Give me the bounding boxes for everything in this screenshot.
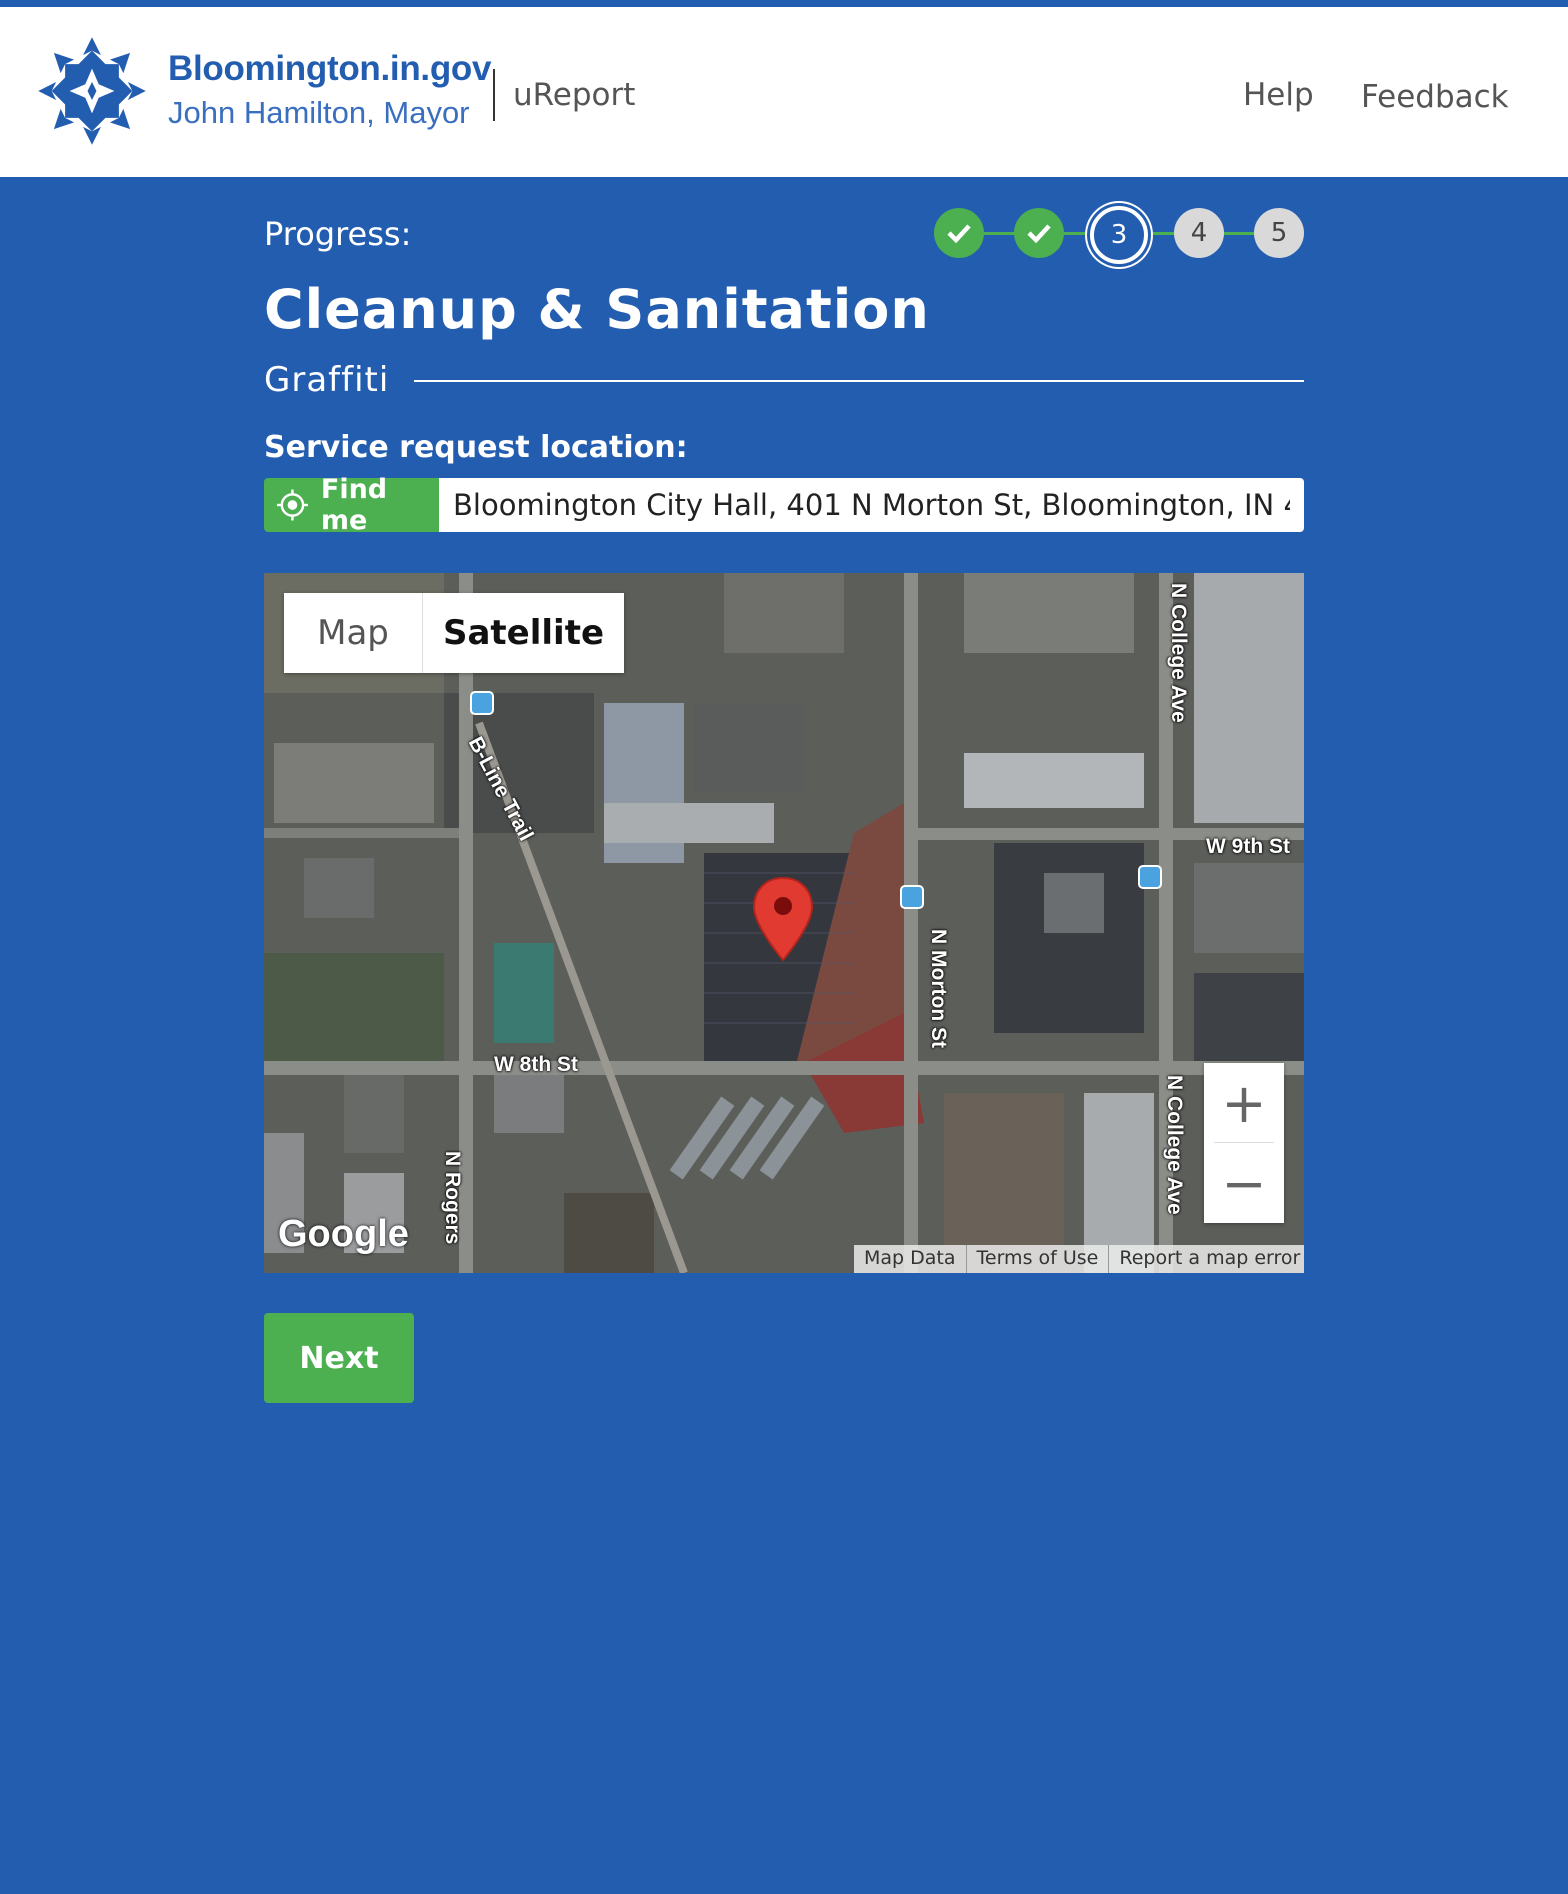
location-map[interactable]: N College Ave W 9th St B-Line Trail N Mo… [264, 573, 1304, 1273]
nav-feedback-link[interactable]: Feedback [1361, 79, 1509, 115]
street-label: N Rogers [441, 1151, 464, 1245]
street-label: N College Ave [1163, 1075, 1186, 1215]
category-title: Cleanup & Sanitation [264, 278, 930, 341]
step-4: 4 [1174, 208, 1224, 258]
site-header: Bloomington.in.gov John Hamilton, Mayor … [0, 7, 1568, 177]
city-logo-icon[interactable] [36, 35, 148, 147]
subcategory-rule [414, 380, 1304, 382]
step-3-current: 3 [1090, 206, 1148, 264]
address-input[interactable] [439, 478, 1304, 532]
app-name[interactable]: uReport [513, 77, 635, 113]
terms-of-use-link[interactable]: Terms of Use [965, 1245, 1109, 1273]
street-label: N Morton St [927, 929, 950, 1048]
zoom-control: + − [1204, 1063, 1284, 1223]
next-button[interactable]: Next [264, 1313, 414, 1403]
report-map-error-link[interactable]: Report a map error [1108, 1245, 1304, 1273]
zoom-out-button[interactable]: − [1204, 1143, 1284, 1223]
header-divider [493, 69, 495, 121]
checkmark-icon [1027, 224, 1051, 244]
find-me-label: Find me [320, 474, 388, 536]
location-pin-icon[interactable] [752, 876, 814, 962]
map-data-link[interactable]: Map Data [854, 1245, 966, 1273]
progress-stepper: 3 4 5 [934, 206, 1304, 264]
step-1-complete [934, 208, 984, 258]
bus-stop-icon[interactable] [900, 885, 924, 909]
nav-help-link[interactable]: Help [1243, 77, 1314, 113]
map-type-map-button[interactable]: Map [284, 593, 423, 673]
street-label: W 8th St [494, 1053, 578, 1076]
google-logo[interactable]: Google [278, 1213, 409, 1256]
checkmark-icon [947, 224, 971, 244]
map-type-satellite-button[interactable]: Satellite [423, 593, 624, 673]
crosshair-icon [276, 489, 308, 521]
zoom-in-button[interactable]: + [1204, 1063, 1284, 1143]
zoom-separator [1214, 1142, 1274, 1143]
map-type-control: Map Satellite [284, 593, 624, 673]
street-label: W 9th St [1206, 835, 1290, 858]
bus-stop-icon[interactable] [1138, 865, 1162, 889]
step-2-complete [1014, 208, 1064, 258]
map-attribution: Map Data Terms of Use Report a map error [854, 1245, 1304, 1273]
site-name[interactable]: Bloomington.in.gov [168, 49, 491, 89]
progress-label: Progress: [264, 215, 412, 253]
find-me-button[interactable]: Find me [264, 474, 439, 536]
street-label: N College Ave [1167, 583, 1190, 723]
mayor-subtitle: John Hamilton, Mayor [168, 95, 470, 130]
location-label: Service request location: [264, 430, 688, 465]
subcategory: Graffiti [264, 360, 390, 400]
step-5: 5 [1254, 208, 1304, 258]
top-accent-stripe [0, 0, 1568, 7]
bus-stop-icon[interactable] [470, 691, 494, 715]
